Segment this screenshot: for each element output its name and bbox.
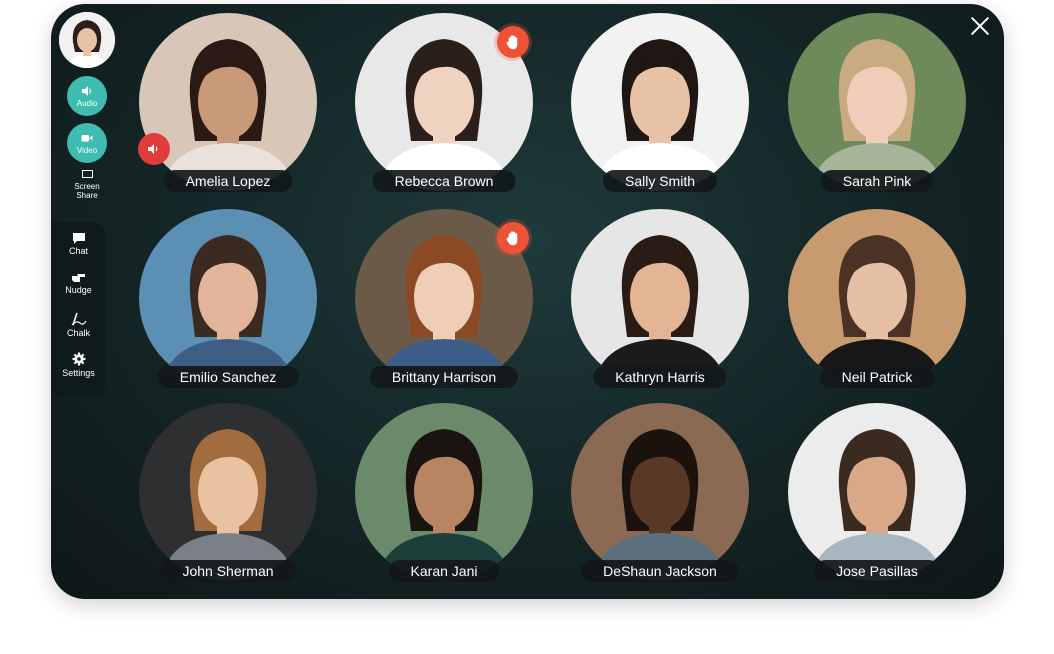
participant-name: Emilio Sanchez xyxy=(157,366,299,388)
participant-video xyxy=(139,209,317,387)
participant-name: Karan Jani xyxy=(388,560,500,582)
audio-button[interactable]: Audio xyxy=(67,76,107,116)
chat-icon xyxy=(72,233,85,244)
nudge-button[interactable]: Nudge xyxy=(51,272,106,295)
gear-icon xyxy=(72,352,85,366)
chat-button[interactable]: Chat xyxy=(51,232,106,256)
participant-video xyxy=(571,13,749,191)
screen-share-button[interactable]: Screen Share xyxy=(59,170,115,200)
participant-tile[interactable]: DeShaun Jackson xyxy=(571,403,749,582)
participant-tile[interactable]: Sally Smith xyxy=(571,13,749,192)
participant-name: Kathryn Harris xyxy=(593,366,727,388)
participant-video xyxy=(139,403,317,581)
settings-label: Settings xyxy=(62,368,95,378)
participant-name: Sally Smith xyxy=(602,170,718,192)
participant-name: John Sherman xyxy=(160,560,296,582)
pointing-hand-icon xyxy=(71,274,85,282)
screen-share-label: Screen Share xyxy=(74,182,100,200)
video-button[interactable]: Video xyxy=(67,123,107,163)
participant-tile[interactable]: Brittany Harrison xyxy=(355,209,533,388)
camera-icon xyxy=(81,134,93,141)
participant-tile[interactable]: Neil Patrick xyxy=(788,209,966,388)
participant-tile[interactable]: Jose Pasillas xyxy=(788,403,966,582)
participant-name: Jose Pasillas xyxy=(814,560,940,582)
participant-tile[interactable]: Sarah Pink xyxy=(788,13,966,192)
nudge-label: Nudge xyxy=(65,285,92,295)
participant-name: Sarah Pink xyxy=(820,170,934,192)
video-call-window: Audio Video Screen Share Chat Nudge Chal… xyxy=(51,4,1004,599)
participant-name: Rebecca Brown xyxy=(372,170,516,192)
participant-name: Neil Patrick xyxy=(819,366,935,388)
speaker-icon xyxy=(82,85,91,96)
participant-video xyxy=(355,403,533,581)
video-label: Video xyxy=(76,145,98,155)
audio-label: Audio xyxy=(76,98,98,108)
tool-panel: Chat Nudge Chalk Settings xyxy=(51,222,106,396)
participant-tile[interactable]: Kathryn Harris xyxy=(571,209,749,388)
chalk-button[interactable]: Chalk xyxy=(51,312,106,338)
participant-name: Amelia Lopez xyxy=(163,170,293,192)
participant-tile[interactable]: Rebecca Brown xyxy=(355,13,533,192)
participant-tile[interactable]: Amelia Lopez xyxy=(138,13,317,192)
participant-tile[interactable]: Karan Jani xyxy=(355,403,533,582)
participant-name: DeShaun Jackson xyxy=(581,560,739,582)
participant-video xyxy=(571,209,749,387)
participant-video xyxy=(788,13,966,191)
participant-video xyxy=(788,209,966,387)
participant-video xyxy=(788,403,966,581)
participant-tile[interactable]: John Sherman xyxy=(139,403,317,582)
self-avatar[interactable] xyxy=(59,12,115,68)
speaker-muted-icon[interactable] xyxy=(138,133,170,165)
screen-icon xyxy=(81,170,93,178)
close-icon[interactable] xyxy=(970,16,990,36)
sidebar-top: Audio Video Screen Share xyxy=(59,12,115,200)
participant-video xyxy=(571,403,749,581)
chat-label: Chat xyxy=(68,246,88,256)
participant-name: Brittany Harrison xyxy=(369,366,519,388)
raised-hand-icon xyxy=(497,222,529,254)
participant-tile[interactable]: Emilio Sanchez xyxy=(139,209,317,388)
settings-button[interactable]: Settings xyxy=(51,352,106,378)
chalk-label: Chalk xyxy=(66,328,90,338)
participant-video xyxy=(139,13,317,191)
chalk-icon xyxy=(71,312,87,326)
raised-hand-icon xyxy=(497,26,529,58)
